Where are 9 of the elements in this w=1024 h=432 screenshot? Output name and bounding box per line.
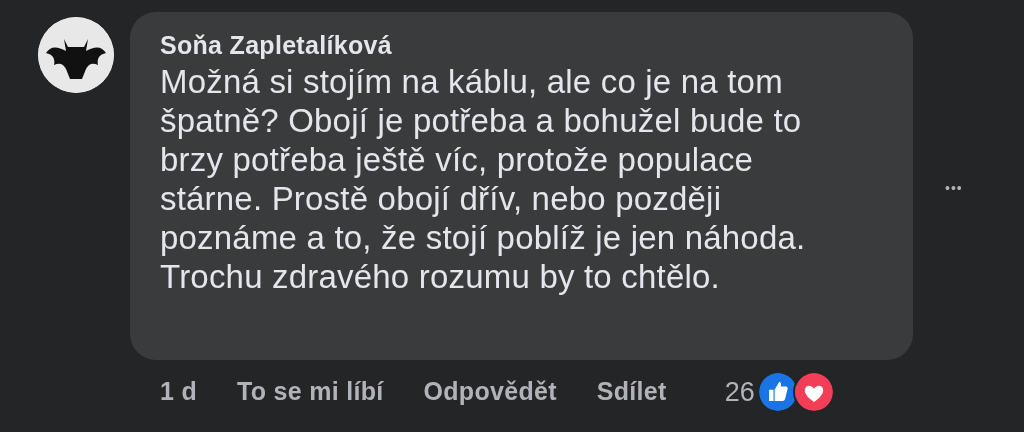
reaction-count[interactable]: 26	[724, 371, 755, 413]
more-options-button[interactable]: •••	[945, 177, 963, 199]
action-link[interactable]: To se mi líbí	[237, 373, 384, 411]
action-link[interactable]: Odpovědět	[423, 373, 557, 411]
heart-icon[interactable]	[792, 371, 835, 413]
author-name[interactable]: Soňa Zapletalíková	[160, 30, 883, 60]
timestamp: 1 d	[160, 376, 198, 408]
action-link[interactable]: Sdílet	[596, 373, 667, 411]
comment-text: Možná si stojím na káblu, ale co je na tom špatně? Obojí je potřeba a bohužel bude to brzy potřeba ještě víc, protože populace stárne. Prostě obojí dřív, nebo později poznáme a to, že stojí poblíž je jen náhoda. Trochu zdravého rozumu by to chtělo.	[160, 62, 807, 296]
